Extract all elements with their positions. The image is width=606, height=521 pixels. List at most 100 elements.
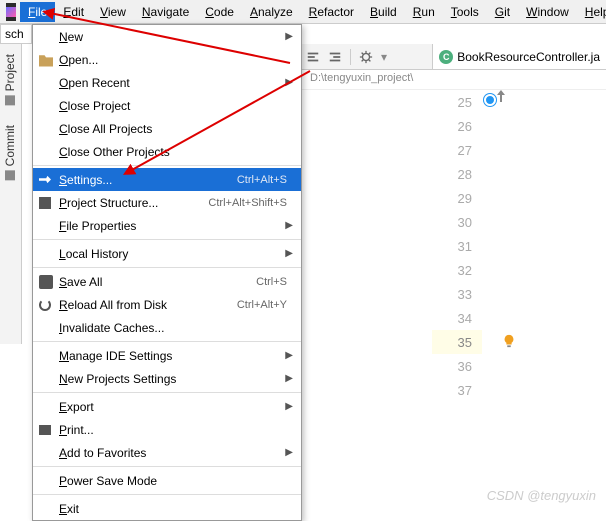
menu-item-label: File Properties [59,219,293,233]
menu-item-settings[interactable]: Settings...Ctrl+Alt+S [33,168,301,191]
line-number[interactable]: 36 [432,354,482,378]
menu-separator [33,494,301,495]
class-icon: C [439,50,453,64]
menu-edit[interactable]: Edit [55,2,92,22]
menu-item-close-other-projects[interactable]: Close Other Projects [33,140,301,163]
project-tool-tab[interactable]: Project [0,44,20,115]
menu-code[interactable]: Code [197,2,242,22]
menu-item-manage-ide-settings[interactable]: Manage IDE Settings▶ [33,344,301,367]
menu-analyze[interactable]: Analyze [242,2,301,22]
menu-separator [33,239,301,240]
menu-item-save-all[interactable]: Save AllCtrl+S [33,270,301,293]
reload-icon [39,299,51,311]
line-number[interactable]: 26 [432,114,482,138]
menu-item-label: Close Project [59,99,293,113]
menu-item-label: Manage IDE Settings [59,349,293,363]
outdent-icon[interactable] [328,50,342,64]
folder-icon [39,53,53,67]
menu-window[interactable]: Window [518,2,577,22]
submenu-arrow-icon: ▶ [285,401,293,412]
menu-file[interactable]: File [20,2,55,22]
up-arrow-icon [496,90,506,102]
breadcrumb[interactable]: D:\tengyuxin_project\ [302,70,606,90]
menu-navigate[interactable]: Navigate [134,2,197,22]
menu-item-reload-all-from-disk[interactable]: Reload All from DiskCtrl+Alt+Y [33,293,301,316]
menu-item-label: Add to Favorites [59,446,293,460]
menu-item-export[interactable]: Export▶ [33,395,301,418]
struct-icon [39,197,51,209]
menubar: FileEditViewNavigateCodeAnalyzeRefactorB… [0,0,606,24]
shortcut-label: Ctrl+S [256,276,293,288]
menu-item-local-history[interactable]: Local History▶ [33,242,301,265]
file-menu-dropdown: New▶Open...Open Recent▶Close ProjectClos… [32,24,302,521]
menu-item-label: Print... [59,423,293,437]
menu-item-close-project[interactable]: Close Project [33,94,301,117]
wrench-icon [39,174,51,186]
submenu-arrow-icon: ▶ [285,77,293,88]
menu-separator [33,267,301,268]
menu-item-close-all-projects[interactable]: Close All Projects [33,117,301,140]
menu-item-label: Export [59,400,293,414]
line-number[interactable]: 30 [432,210,482,234]
menu-item-add-to-favorites[interactable]: Add to Favorites▶ [33,441,301,464]
menu-build[interactable]: Build [362,2,405,22]
indent-icon[interactable] [306,50,320,64]
menu-item-print[interactable]: Print... [33,418,301,441]
commit-tool-tab[interactable]: Commit [0,115,20,190]
shortcut-label: Ctrl+Alt+Y [237,299,293,311]
editor-tab[interactable]: C BookResourceController.ja [432,44,606,70]
menu-separator [33,466,301,467]
line-number[interactable]: 31 [432,234,482,258]
shortcut-label: Ctrl+Alt+S [237,174,293,186]
menu-item-file-properties[interactable]: File Properties▶ [33,214,301,237]
menu-item-label: Power Save Mode [59,474,293,488]
menu-item-label: Close All Projects [59,122,293,136]
submenu-arrow-icon: ▶ [285,248,293,259]
override-marker-icon[interactable] [484,94,496,106]
menu-item-power-save-mode[interactable]: Power Save Mode [33,469,301,492]
line-number[interactable]: 34 [432,306,482,330]
menu-item-new-projects-settings[interactable]: New Projects Settings▶ [33,367,301,390]
menu-separator [33,165,301,166]
tool-window-tabs: Project Commit [0,44,22,344]
menu-view[interactable]: View [92,2,134,22]
line-number[interactable]: 27 [432,138,482,162]
line-number[interactable]: 37 [432,378,482,402]
editor-tab-label: BookResourceController.ja [457,50,600,64]
line-number[interactable]: 29 [432,186,482,210]
menu-item-new[interactable]: New▶ [33,25,301,48]
menu-item-label: Close Other Projects [59,145,293,159]
sch-tab[interactable]: sch [0,24,32,44]
line-number[interactable]: 25 [432,90,482,114]
app-logo [6,3,16,21]
menu-item-open-recent[interactable]: Open Recent▶ [33,71,301,94]
line-number[interactable]: 33 [432,282,482,306]
menu-tools[interactable]: Tools [443,2,487,22]
line-number[interactable]: 32 [432,258,482,282]
menu-separator [33,341,301,342]
menu-item-label: Reload All from Disk [59,298,237,312]
line-number[interactable]: 35 [432,330,482,354]
gear-icon[interactable] [359,50,373,64]
menu-run[interactable]: Run [405,2,443,22]
menu-item-label: Open Recent [59,76,293,90]
bulb-icon[interactable] [502,334,516,348]
menu-help[interactable]: Help [577,2,606,22]
menu-item-label: Local History [59,247,293,261]
menu-refactor[interactable]: Refactor [301,2,362,22]
submenu-arrow-icon: ▶ [285,447,293,458]
menu-item-invalidate-caches[interactable]: Invalidate Caches... [33,316,301,339]
line-gutter: 25262728293031323334353637 [432,90,482,509]
shortcut-label: Ctrl+Alt+Shift+S [208,197,293,209]
marker-strip [482,90,500,490]
menu-item-label: Project Structure... [59,196,208,210]
menu-item-label: Settings... [59,173,237,187]
menu-item-project-structure[interactable]: Project Structure...Ctrl+Alt+Shift+S [33,191,301,214]
submenu-arrow-icon: ▶ [285,31,293,42]
menu-git[interactable]: Git [487,2,518,22]
line-number[interactable]: 28 [432,162,482,186]
menu-item-open[interactable]: Open... [33,48,301,71]
menu-separator [33,392,301,393]
editor-area: ▾ C BookResourceController.ja D:\tengyux… [302,44,606,509]
menu-item-label: New Projects Settings [59,372,293,386]
